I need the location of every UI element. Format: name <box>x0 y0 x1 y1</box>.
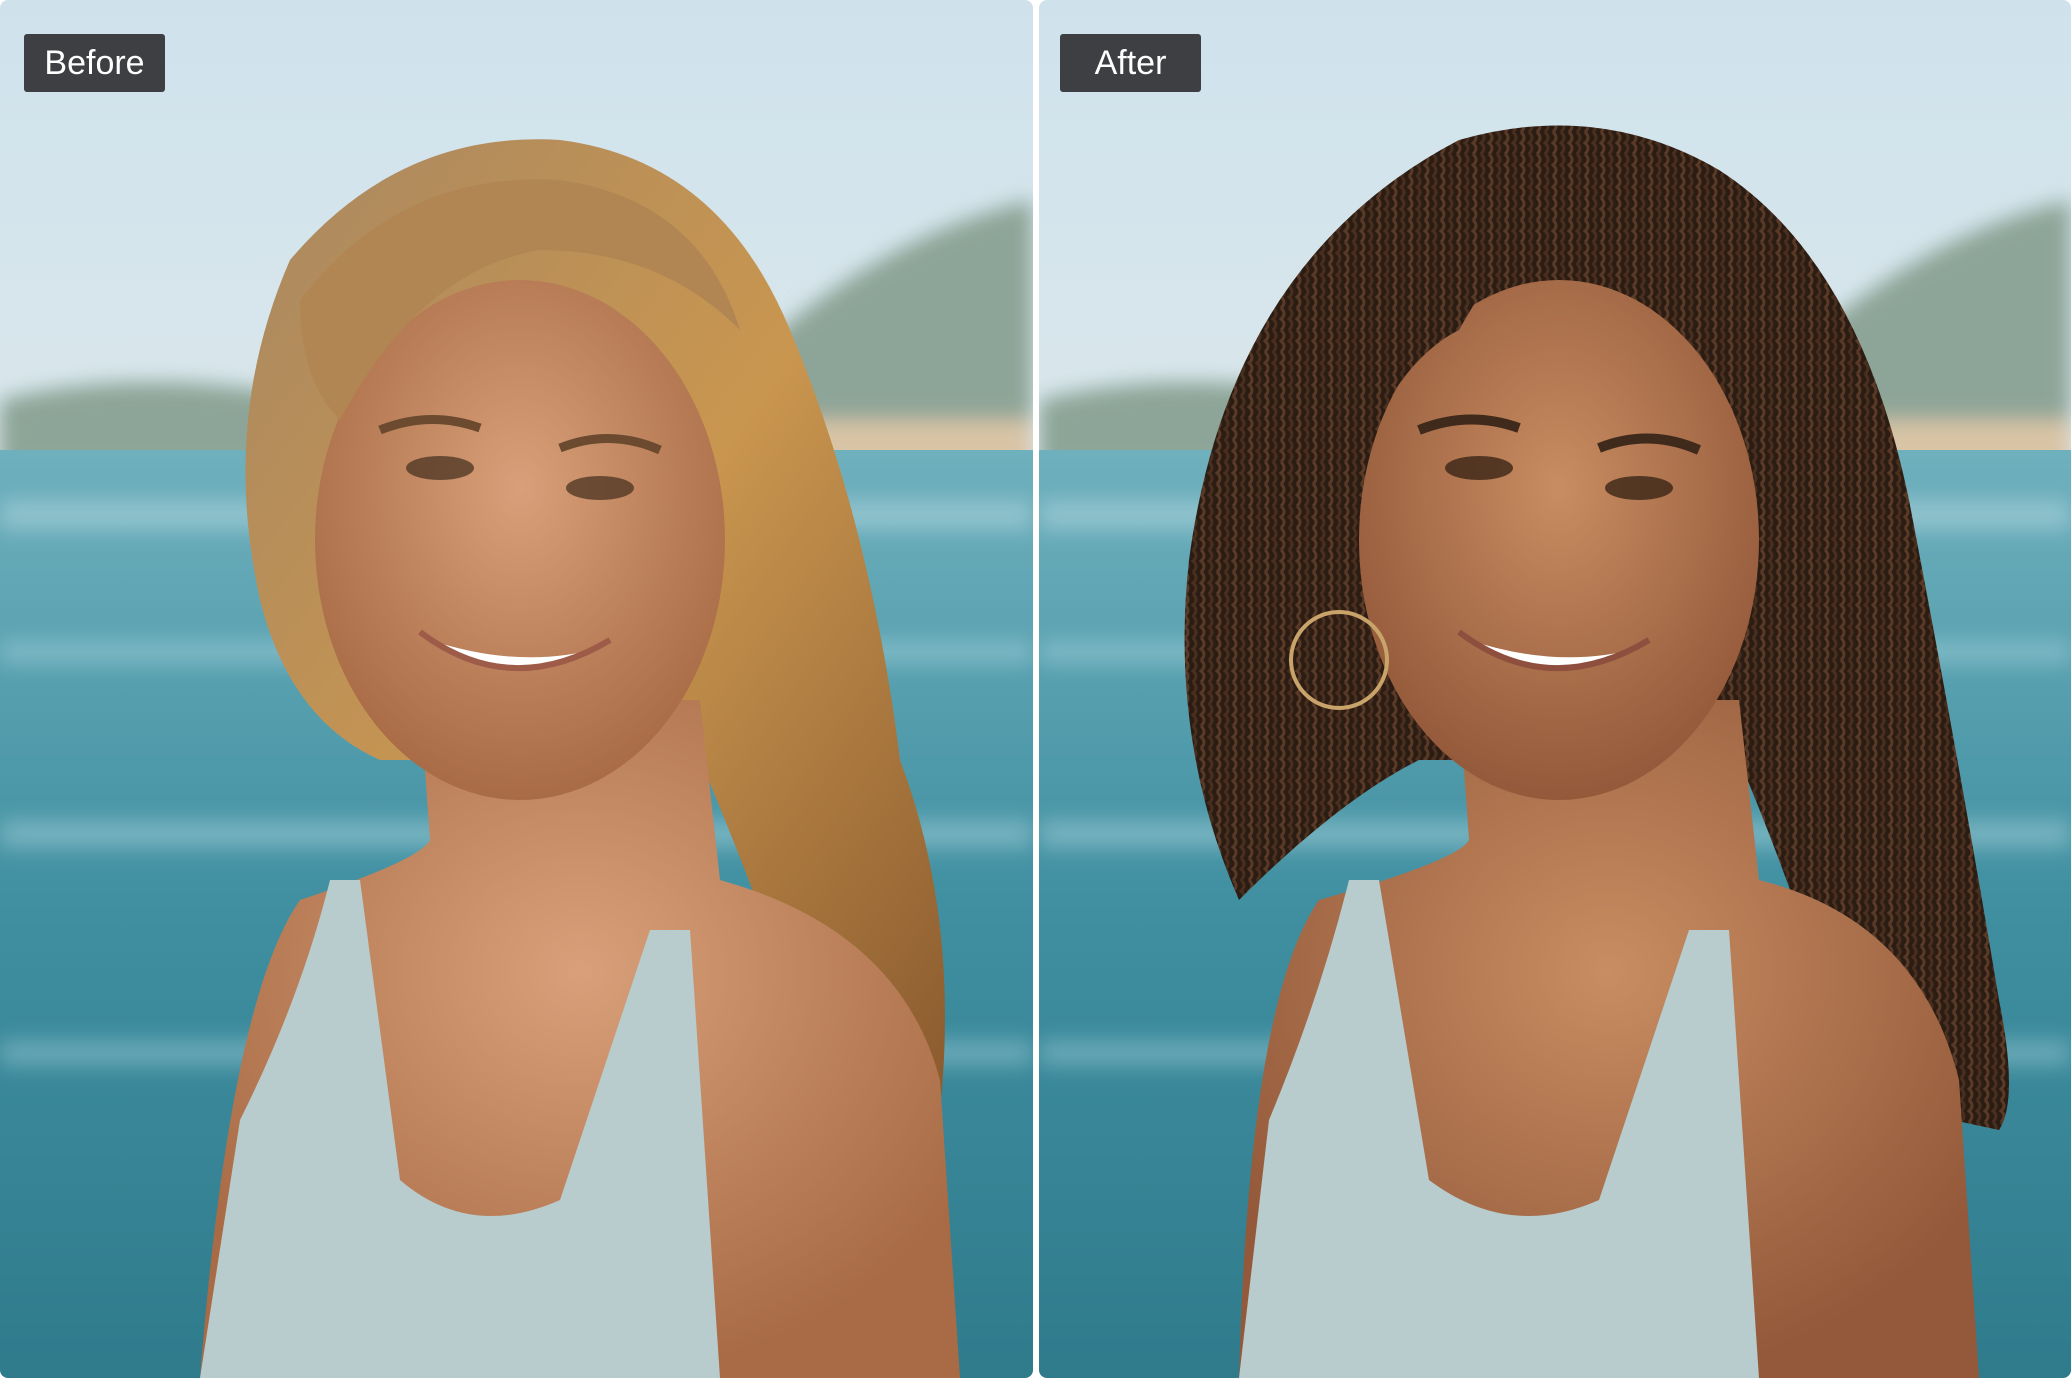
after-photo <box>1039 0 2071 1378</box>
before-after-comparison: Before After <box>0 0 2071 1378</box>
after-label: After <box>1060 34 1201 92</box>
before-panel: Before <box>0 0 1033 1378</box>
before-label: Before <box>24 34 165 92</box>
after-panel: After <box>1039 0 2071 1378</box>
before-photo <box>0 0 1033 1378</box>
